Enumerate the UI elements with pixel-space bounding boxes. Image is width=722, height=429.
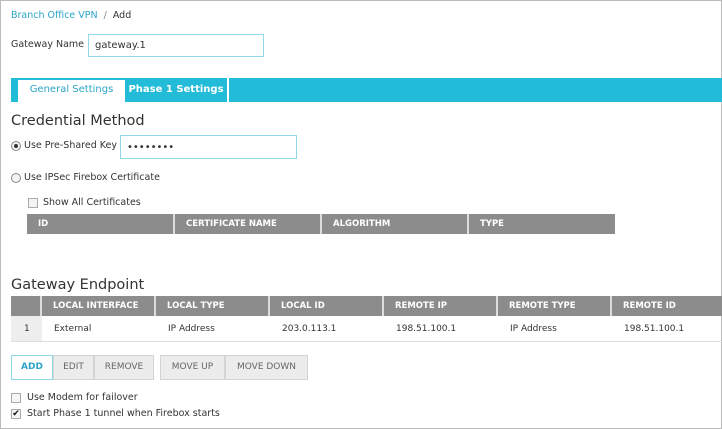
column-header-id[interactable]: ID xyxy=(27,214,175,234)
breadcrumb-current: Add xyxy=(112,10,132,21)
modem-failover-checkbox[interactable] xyxy=(11,393,21,403)
row-index: 1 xyxy=(11,316,42,341)
cell-remote-type: IP Address xyxy=(510,324,557,334)
column-header-index xyxy=(11,296,42,316)
table-row[interactable]: 1 External IP Address 203.0.113.1 198.51… xyxy=(11,316,722,342)
column-header-local-type[interactable]: LOCAL TYPE xyxy=(156,296,270,316)
endpoint-table-header: LOCAL INTERFACE LOCAL TYPE LOCAL ID REMO… xyxy=(11,296,722,316)
column-header-local-interface[interactable]: LOCAL INTERFACE xyxy=(42,296,156,316)
start-phase1-checkbox[interactable]: ✔ xyxy=(11,409,21,419)
tab-general-settings[interactable]: General Settings xyxy=(18,80,125,102)
column-header-type[interactable]: TYPE xyxy=(469,214,615,234)
show-all-certificates-label: Show All Certificates xyxy=(43,197,141,208)
breadcrumb: Branch Office VPN / Add xyxy=(11,10,131,21)
breadcrumb-link-branch-office-vpn[interactable]: Branch Office VPN xyxy=(11,10,98,21)
show-all-certificates-checkbox[interactable] xyxy=(28,198,38,208)
column-header-remote-ip[interactable]: REMOTE IP xyxy=(384,296,498,316)
move-down-button[interactable]: MOVE DOWN xyxy=(225,355,308,380)
column-header-remote-id[interactable]: REMOTE ID xyxy=(612,296,722,316)
psk-input[interactable] xyxy=(120,135,297,159)
remove-button[interactable]: REMOVE xyxy=(94,355,154,380)
tab-phase1-settings[interactable]: Phase 1 Settings xyxy=(125,78,229,102)
cell-local-type: IP Address xyxy=(168,324,215,334)
column-header-certificate-name[interactable]: CERTIFICATE NAME xyxy=(175,214,322,234)
breadcrumb-separator: / xyxy=(103,10,107,21)
psk-radio[interactable] xyxy=(11,141,21,151)
tab-bar: General Settings Phase 1 Settings xyxy=(11,78,722,102)
gateway-endpoint-heading: Gateway Endpoint xyxy=(11,277,145,293)
column-header-local-id[interactable]: LOCAL ID xyxy=(270,296,384,316)
certificate-table-header: ID CERTIFICATE NAME ALGORITHM TYPE xyxy=(27,214,615,234)
add-button[interactable]: ADD xyxy=(11,355,53,380)
cell-local-interface: External xyxy=(54,324,92,334)
gateway-name-input[interactable] xyxy=(88,34,264,57)
psk-label: Use Pre-Shared Key xyxy=(24,140,117,151)
cell-local-id: 203.0.113.1 xyxy=(282,324,337,334)
credential-method-heading: Credential Method xyxy=(11,113,145,129)
cell-remote-ip: 198.51.100.1 xyxy=(396,324,457,334)
column-header-algorithm[interactable]: ALGORITHM xyxy=(322,214,469,234)
modem-failover-label: Use Modem for failover xyxy=(27,392,138,403)
edit-button[interactable]: EDIT xyxy=(53,355,94,380)
start-phase1-label: Start Phase 1 tunnel when Firebox starts xyxy=(27,408,220,419)
cert-label: Use IPSec Firebox Certificate xyxy=(24,172,160,183)
move-up-button[interactable]: MOVE UP xyxy=(160,355,225,380)
column-header-remote-type[interactable]: REMOTE TYPE xyxy=(498,296,612,316)
cell-remote-id: 198.51.100.1 xyxy=(624,324,685,334)
cert-radio[interactable] xyxy=(11,173,21,183)
gateway-name-label: Gateway Name xyxy=(11,39,85,50)
